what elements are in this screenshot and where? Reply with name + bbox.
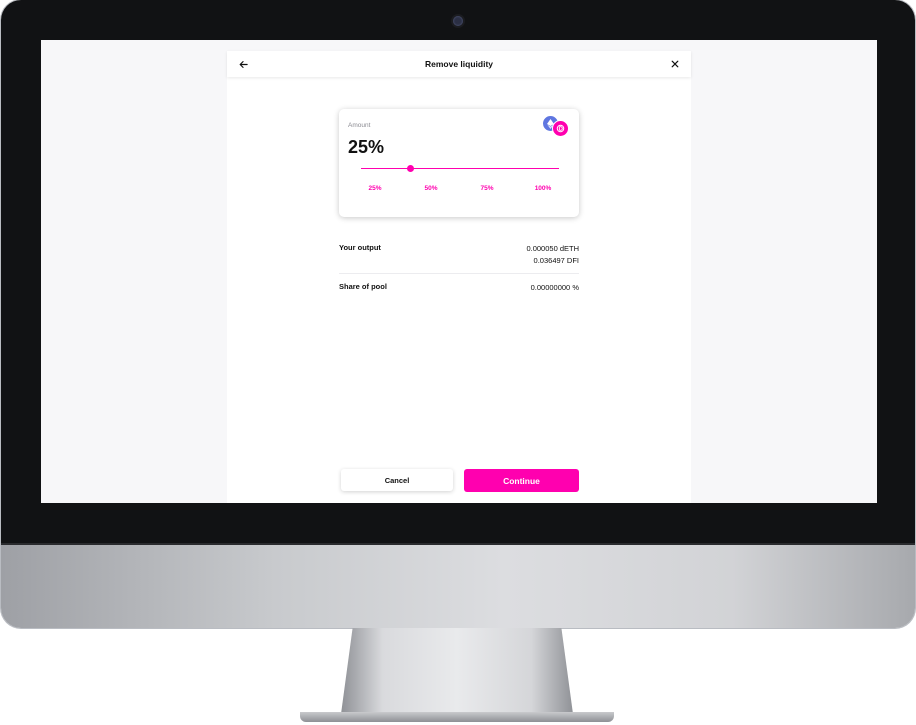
modal-header: Remove liquidity: [227, 51, 691, 77]
close-icon: [671, 60, 679, 68]
preset-50-button[interactable]: 50%: [424, 185, 437, 192]
amount-label: Amount: [348, 122, 371, 129]
monitor-chin: [1, 545, 915, 628]
screen: Remove liquidity Amount 25% 25% 50% 75% …: [41, 40, 877, 503]
remove-liquidity-modal: Remove liquidity Amount 25% 25% 50% 75% …: [227, 51, 691, 503]
preset-75-button[interactable]: 75%: [480, 185, 493, 192]
share-label: Share of pool: [339, 282, 387, 291]
camera-icon: [453, 16, 463, 26]
monitor-frame: Remove liquidity Amount 25% 25% 50% 75% …: [1, 0, 915, 628]
cancel-button[interactable]: Cancel: [341, 469, 453, 491]
close-button[interactable]: [667, 55, 683, 73]
output-values: 0.000050 dETH 0.036497 DFI: [526, 243, 579, 267]
output-label: Your output: [339, 243, 381, 252]
share-row: Share of pool 0.00000000 %: [339, 282, 579, 296]
token-pair-icons: [542, 115, 570, 137]
output-dfi-value: 0.036497 DFI: [533, 256, 579, 265]
back-button[interactable]: [235, 55, 251, 73]
amount-slider[interactable]: [361, 163, 559, 173]
output-row: Your output 0.000050 dETH 0.036497 DFI: [339, 243, 579, 271]
dfi-token-icon: [552, 120, 569, 137]
share-value: 0.00000000 %: [530, 283, 579, 292]
monitor-stand: [341, 628, 573, 714]
arrow-left-icon: [239, 60, 248, 68]
amount-value: 25%: [348, 137, 385, 157]
monitor-stand-base: [300, 712, 614, 722]
output-deth-value: 0.000050 dETH: [526, 244, 579, 253]
row-divider: [339, 273, 579, 274]
slider-track: [361, 168, 559, 169]
preset-25-button[interactable]: 25%: [368, 185, 381, 192]
preset-100-button[interactable]: 100%: [535, 185, 552, 192]
continue-button[interactable]: Continue: [464, 469, 579, 492]
amount-card: Amount 25% 25% 50% 75% 100%: [339, 109, 579, 217]
modal-title: Remove liquidity: [424, 59, 493, 69]
slider-thumb[interactable]: [407, 165, 414, 172]
